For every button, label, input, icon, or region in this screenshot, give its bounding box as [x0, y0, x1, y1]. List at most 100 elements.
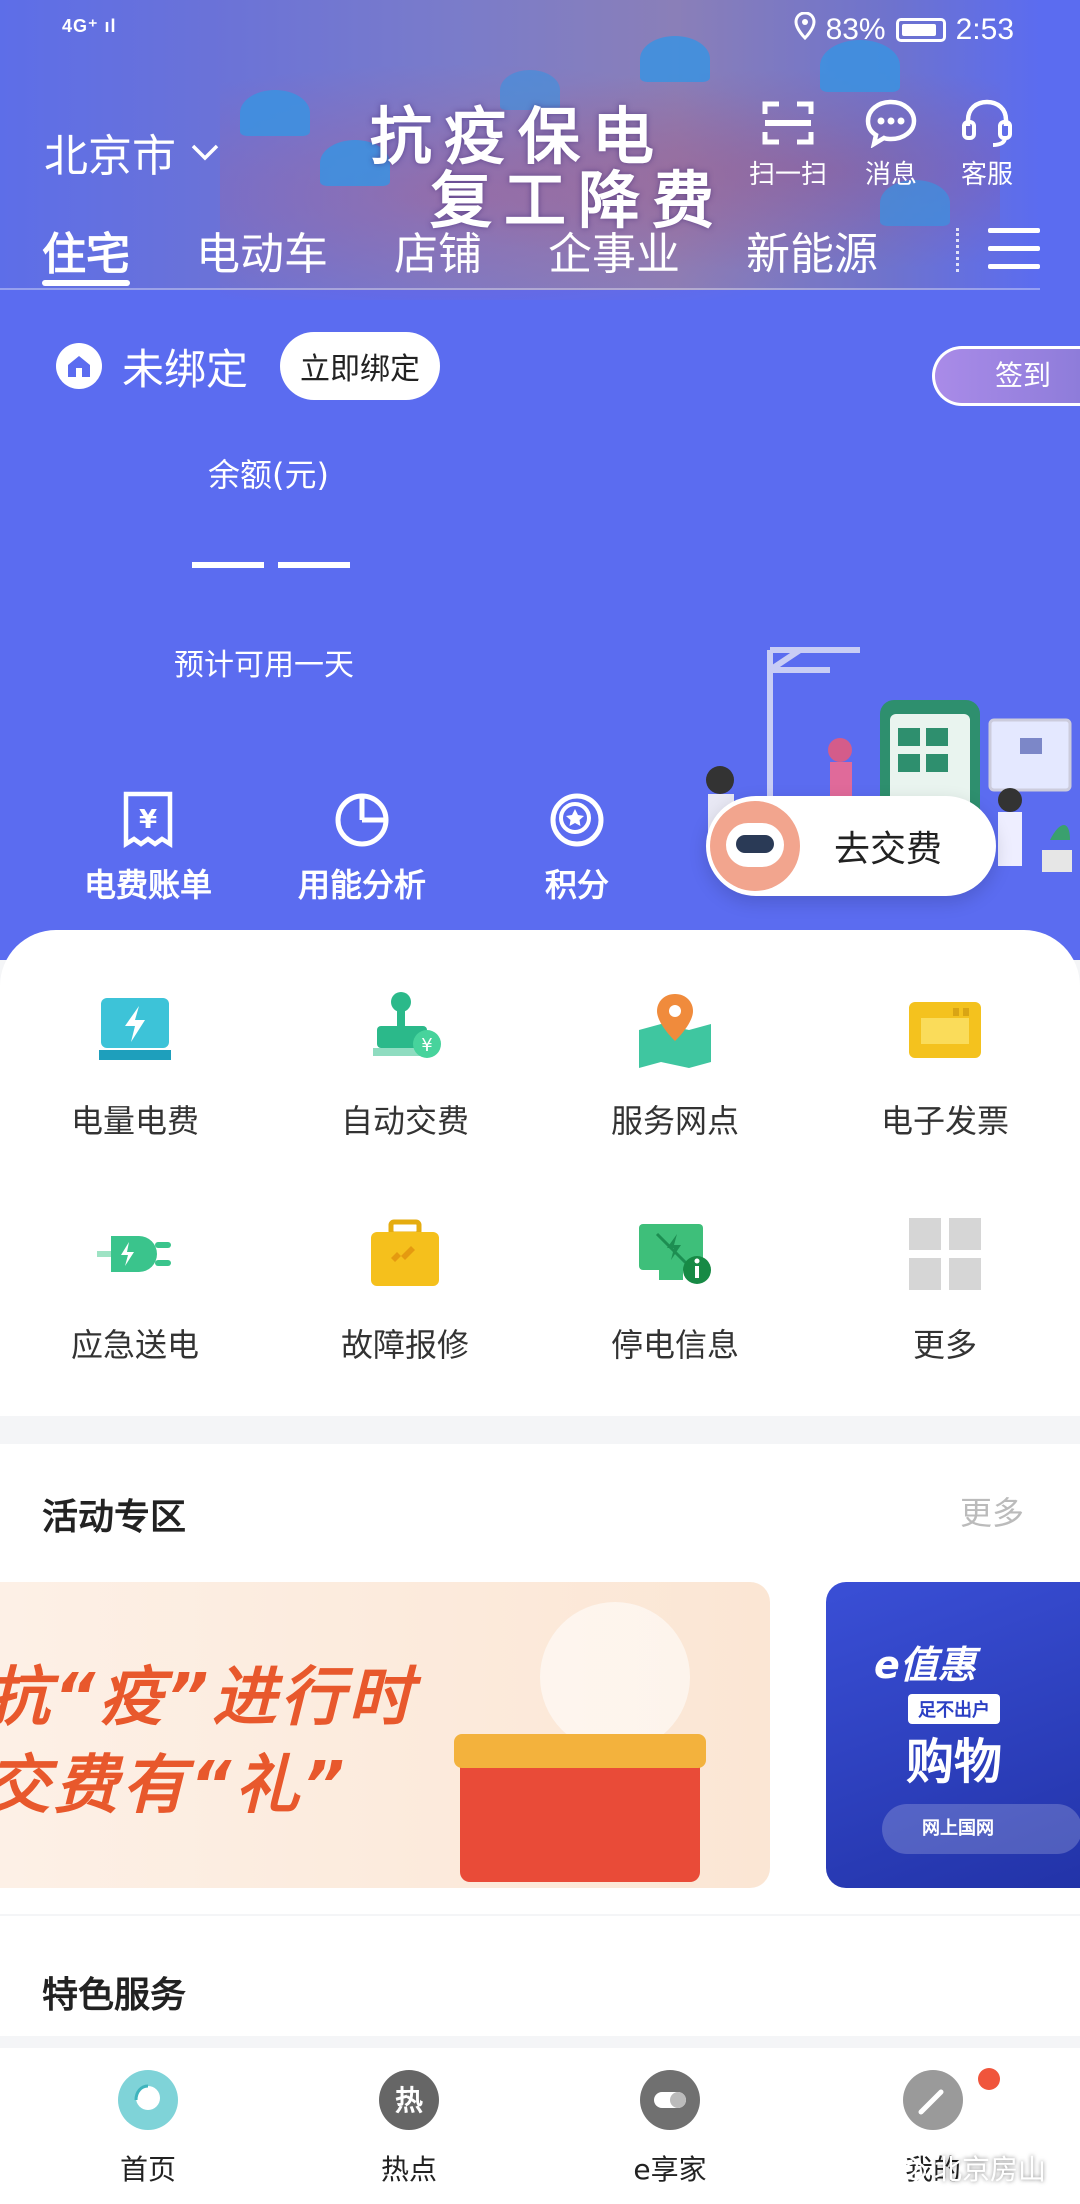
- bill-icon: ¥: [123, 791, 173, 849]
- svg-text:¥: ¥: [421, 1035, 432, 1056]
- nav-home[interactable]: 首页: [68, 2070, 228, 2188]
- hot-icon: 热: [379, 2070, 439, 2130]
- bill-label: 电费账单: [83, 866, 212, 904]
- service-label: 自动交费: [340, 1102, 469, 1140]
- auto-pay-icon: ¥: [363, 988, 447, 1072]
- service-fault-repair[interactable]: 故障报修: [270, 1212, 540, 1366]
- service-label: 故障报修: [340, 1326, 469, 1364]
- nav-hot-label: 热点: [380, 2153, 437, 2186]
- scan-button[interactable]: 扫一扫: [738, 98, 838, 191]
- clock: 2:53: [955, 13, 1014, 46]
- svg-text:热: 热: [395, 2084, 423, 2117]
- nav-e-home[interactable]: e享家: [590, 2070, 750, 2188]
- service-outlets[interactable]: 服务网点: [540, 988, 810, 1142]
- go-pay-button[interactable]: 去交费: [706, 796, 996, 896]
- usage-analysis-label: 用能分析: [297, 866, 426, 904]
- message-button[interactable]: 消息: [841, 98, 941, 191]
- category-tabs: 住宅 电动车 店铺 企事业 新能源: [42, 218, 944, 288]
- promo-banner-e-value[interactable]: e值惠 足不出户 购物 网上国网: [826, 1582, 1080, 1888]
- message-label: 消息: [864, 160, 917, 190]
- clock-decoration: [540, 1602, 690, 1752]
- special-services-title: 特色服务: [42, 1975, 187, 2016]
- city-name: 北京市: [44, 131, 176, 182]
- service-label: 服务网点: [610, 1102, 739, 1140]
- service-outage-info[interactable]: 停电信息: [540, 1212, 810, 1366]
- invoice-card-icon: [903, 988, 987, 1072]
- tab-enterprise[interactable]: 企事业: [548, 218, 680, 288]
- service-electricity-bill[interactable]: 电量电费: [0, 988, 270, 1142]
- plug-icon: [93, 1212, 177, 1296]
- points-button[interactable]: 积分: [487, 790, 667, 906]
- e-value-chip: 足不出户: [908, 1694, 1000, 1724]
- status-bar: 4G⁺ ıl 83% 2:53: [0, 0, 1080, 64]
- nav-hot[interactable]: 热 热点: [329, 2070, 489, 2188]
- scan-icon: [762, 101, 814, 145]
- network-indicator: 4G⁺ ıl: [62, 16, 117, 36]
- bind-now-button[interactable]: 立即绑定: [280, 332, 441, 400]
- message-icon: [865, 99, 917, 148]
- service-label: 客服: [960, 160, 1013, 190]
- robot-avatar-icon: [710, 801, 800, 891]
- bind-status: 未绑定: [122, 344, 249, 394]
- hamburger-menu-icon[interactable]: [988, 228, 1040, 272]
- signin-button[interactable]: 签到: [932, 346, 1080, 406]
- battery-icon: [895, 18, 946, 42]
- promo-banner-fight-epidemic[interactable]: 抗“疫”进行时 交费有“礼”: [0, 1582, 770, 1888]
- electricity-bill-icon: [93, 988, 177, 1072]
- nav-e-home-label: e享家: [633, 2153, 707, 2186]
- grid-more-icon: [903, 1212, 987, 1296]
- balance-label: 余额(元): [208, 456, 329, 494]
- service-more[interactable]: 更多: [810, 1212, 1080, 1366]
- service-label: 更多: [912, 1326, 977, 1364]
- service-e-invoice[interactable]: 电子发票: [810, 988, 1080, 1142]
- watermark: 北京房山: [892, 2148, 1046, 2188]
- tab-residential[interactable]: 住宅: [42, 218, 130, 288]
- service-label: 电量电费: [70, 1102, 199, 1140]
- house-icon: [56, 343, 102, 389]
- go-pay-label: 去交费: [834, 829, 943, 870]
- usage-analysis-button[interactable]: 用能分析: [272, 790, 452, 906]
- e-home-icon: [640, 2070, 700, 2130]
- pie-chart-icon: [335, 793, 389, 847]
- points-icon: [550, 793, 604, 847]
- points-label: 积分: [544, 866, 609, 904]
- service-grid: 电量电费 ¥ 自动交费 服务网点 电子发票 应急送电 故障报修 停电信息 更多: [0, 930, 1080, 1416]
- promo-banner-line2: 交费有“礼”: [0, 1749, 349, 1823]
- activity-title: 活动专区: [42, 1497, 187, 1538]
- red-envelope-gift-icon: [454, 1734, 706, 1882]
- tab-ev[interactable]: 电动车: [196, 218, 328, 288]
- svg-text:¥: ¥: [139, 805, 157, 835]
- bind-row: 未绑定 立即绑定: [56, 332, 441, 400]
- special-services-section: 特色服务: [0, 1916, 1080, 2036]
- service-emergency-power[interactable]: 应急送电: [0, 1212, 270, 1366]
- e-value-title: e值惠: [874, 1643, 976, 1687]
- watermark-text: 北京房山: [934, 2153, 1047, 2186]
- estimate-text: 预计可用一天: [174, 648, 354, 683]
- e-value-shopping: 购物: [906, 1734, 1003, 1790]
- service-label: 电子发票: [880, 1102, 1009, 1140]
- service-label: 停电信息: [610, 1326, 739, 1364]
- tabs-divider: [0, 288, 1040, 290]
- service-auto-pay[interactable]: ¥ 自动交费: [270, 988, 540, 1142]
- tab-shop[interactable]: 店铺: [394, 218, 482, 288]
- profile-icon: [903, 2070, 963, 2130]
- balance-placeholder: [278, 562, 350, 568]
- location-icon: [794, 11, 816, 48]
- notification-dot: [978, 2068, 1000, 2090]
- customer-service-button[interactable]: 客服: [937, 98, 1037, 191]
- activity-more-link[interactable]: 更多: [960, 1488, 1024, 1534]
- tab-new-energy[interactable]: 新能源: [746, 218, 878, 288]
- chevron-down-icon: [191, 144, 219, 161]
- city-selector[interactable]: 北京市: [44, 120, 220, 184]
- e-value-footer: 网上国网: [882, 1804, 1080, 1854]
- nav-home-label: 首页: [119, 2153, 176, 2186]
- promo-banner-line1: 抗“疫”进行时: [0, 1661, 417, 1735]
- hero-panel: 4G⁺ ıl 83% 2:53 北京市 抗疫保电 复工降费 扫一扫 消息 客服 …: [0, 0, 1080, 960]
- headset-icon: [962, 99, 1012, 147]
- outage-info-icon: [633, 1212, 717, 1296]
- wechat-icon: [892, 2154, 926, 2181]
- activity-section: 活动专区 更多 抗“疫”进行时 交费有“礼” e值惠 足不出户 购物 网上国网: [0, 1444, 1080, 1914]
- bill-button[interactable]: ¥ 电费账单: [58, 790, 238, 906]
- service-label: 应急送电: [70, 1326, 199, 1364]
- toolbox-icon: [363, 1212, 447, 1296]
